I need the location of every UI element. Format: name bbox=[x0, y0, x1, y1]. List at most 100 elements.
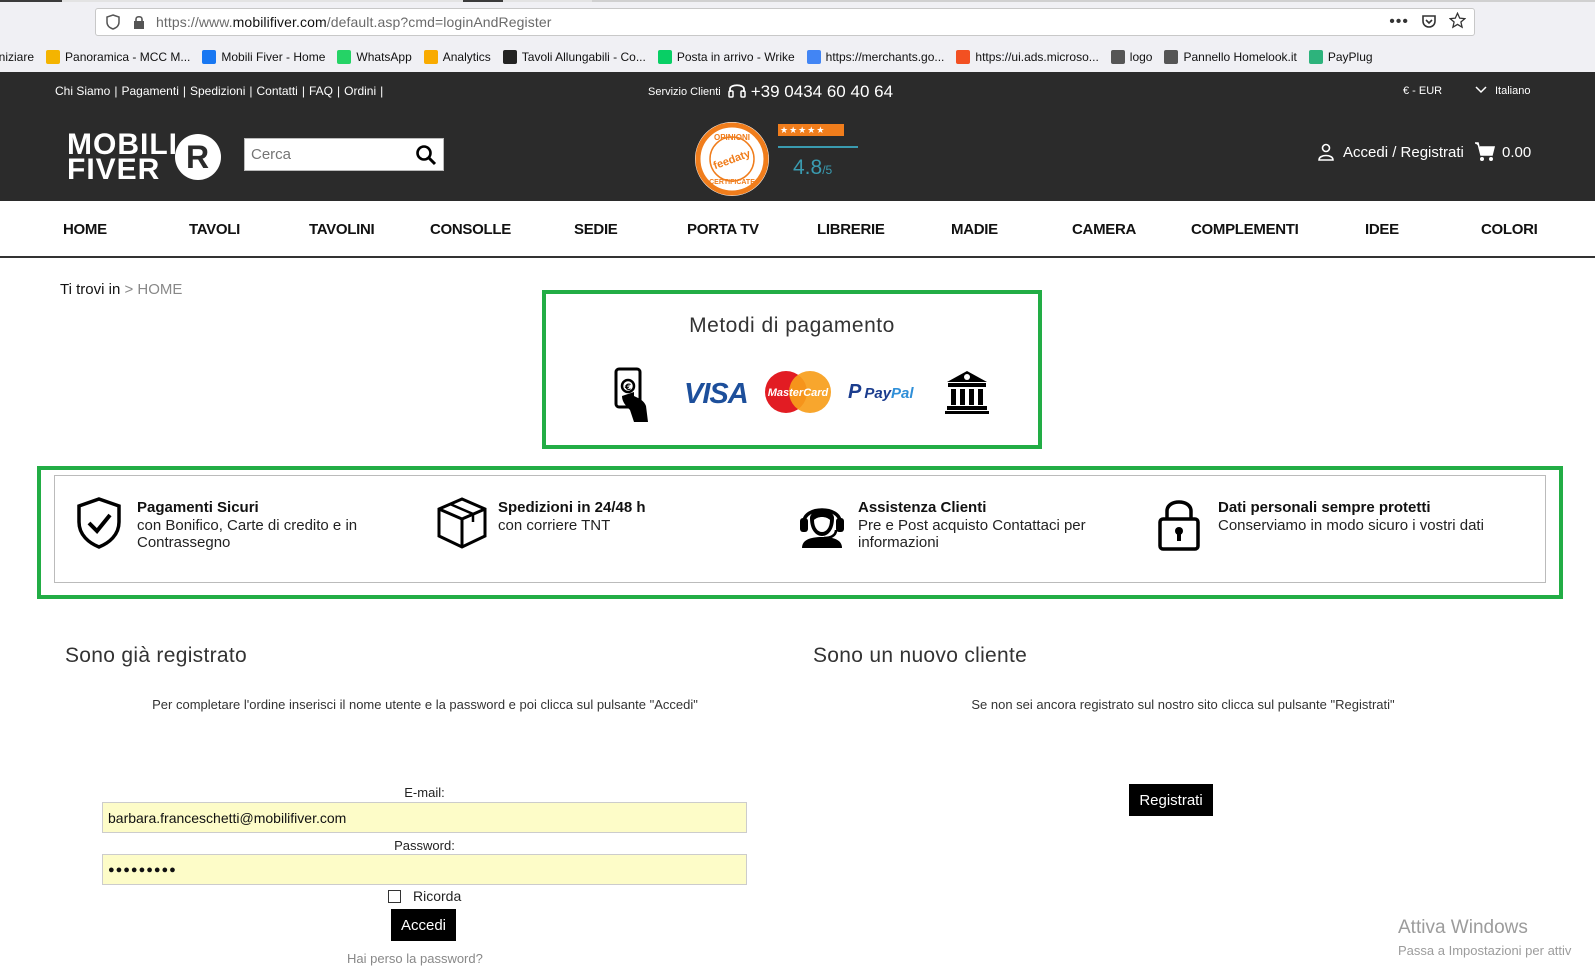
login-instructions: Per completare l'ordine inserisci il nom… bbox=[152, 697, 698, 712]
pocket-icon[interactable] bbox=[1421, 13, 1437, 32]
account-label: Accedi / Registrati bbox=[1343, 143, 1464, 161]
paypal-logo: P PayPal bbox=[848, 381, 914, 403]
bookmark-favicon-icon bbox=[1164, 50, 1179, 64]
more-actions-icon[interactable]: ••• bbox=[1389, 13, 1409, 31]
nav-item[interactable]: SEDIE bbox=[574, 221, 618, 238]
badge-top-text: OPINIONI bbox=[714, 133, 750, 142]
top-link[interactable]: Chi Siamo bbox=[55, 84, 110, 98]
bookmark-item[interactable]: logo bbox=[1110, 50, 1153, 64]
bookmark-item[interactable]: https://ui.ads.microso... bbox=[956, 50, 1099, 64]
headset-icon bbox=[727, 80, 747, 103]
bookmark-favicon-icon bbox=[657, 50, 672, 64]
bookmark-item[interactable]: Pannello Homelook.it bbox=[1164, 50, 1297, 64]
address-bar-area: https://www.mobilifiver.com/default.asp?… bbox=[0, 2, 1595, 42]
nav-item[interactable]: LIBRERIE bbox=[817, 221, 885, 238]
star-bookmark-icon[interactable] bbox=[1448, 11, 1467, 32]
service-label: Servizio Clienti bbox=[648, 85, 721, 98]
remember-checkbox[interactable] bbox=[388, 889, 401, 903]
customer-service: Servizio Clienti +39 0434 60 40 64 bbox=[648, 80, 893, 103]
search-icon[interactable] bbox=[415, 144, 437, 166]
nav-item[interactable]: CONSOLLE bbox=[430, 221, 511, 238]
feedaty-rating[interactable]: ★ ★ ★ ★ ★ 4.8/5 bbox=[778, 124, 858, 180]
account-link[interactable]: Accedi / Registrati bbox=[1317, 143, 1464, 161]
top-link[interactable]: Pagamenti bbox=[121, 84, 178, 98]
search-input[interactable] bbox=[251, 140, 411, 169]
top-link[interactable]: Contatti bbox=[256, 84, 297, 98]
payment-methods-box: Metodi di pagamento € VISA MasterCard P … bbox=[542, 290, 1042, 449]
bookmark-item[interactable]: PayPlug bbox=[1308, 50, 1373, 64]
feedaty-badge[interactable]: OPINIONI feedaty CERTIFICATE bbox=[692, 120, 772, 198]
mastercard-text: MasterCard bbox=[768, 387, 829, 399]
shield-check-icon bbox=[75, 496, 123, 550]
nav-item[interactable]: COMPLEMENTI bbox=[1191, 221, 1299, 238]
top-link[interactable]: Spedizioni bbox=[190, 84, 245, 98]
bookmark-item[interactable]: Mobili Fiver - Home bbox=[202, 50, 325, 64]
lock-icon[interactable] bbox=[130, 13, 148, 31]
language-selector[interactable]: Italiano bbox=[1475, 85, 1530, 97]
nav-item[interactable]: CAMERA bbox=[1072, 221, 1136, 238]
address-bar[interactable]: https://www.mobilifiver.com/default.asp?… bbox=[95, 8, 1475, 36]
link-separator: | bbox=[336, 84, 341, 98]
bookmark-label: Tavoli Allungabili - Co... bbox=[521, 50, 646, 64]
page-root: https://www.mobilifiver.com/default.asp?… bbox=[0, 0, 1595, 967]
nav-item[interactable]: TAVOLI bbox=[189, 221, 240, 238]
bookmark-label: logo bbox=[1129, 50, 1153, 64]
top-link[interactable]: FAQ bbox=[309, 84, 333, 98]
shield-icon[interactable] bbox=[104, 13, 122, 31]
site-logo[interactable]: MOBILI FIVER R bbox=[67, 130, 221, 185]
link-separator: | bbox=[301, 84, 305, 98]
bookmark-favicon-icon bbox=[956, 50, 971, 64]
watermark-line1: Attiva Windows bbox=[1398, 917, 1528, 938]
email-label: E-mail: bbox=[404, 785, 445, 800]
bookmark-label: PayPlug bbox=[1327, 50, 1373, 64]
email-field[interactable]: barbara.franceschetti@mobilifiver.com bbox=[102, 802, 747, 833]
url-text[interactable]: https://www.mobilifiver.com/default.asp?… bbox=[156, 14, 551, 30]
search-box bbox=[244, 138, 444, 171]
bookmark-label: WhatsApp bbox=[356, 50, 412, 64]
nav-item[interactable]: HOME bbox=[63, 221, 107, 238]
bookmark-favicon-icon bbox=[1308, 50, 1323, 64]
nav-item[interactable]: TAVOLINI bbox=[309, 221, 375, 238]
payment-methods-title: Metodi di pagamento bbox=[689, 314, 895, 337]
top-link[interactable]: Ordini bbox=[344, 84, 376, 98]
nav-item[interactable]: MADIE bbox=[951, 221, 998, 238]
feature-title: Assistenza Clienti bbox=[858, 499, 987, 516]
top-links: Chi Siamo | Pagamenti | Spedizioni | Contatti |… bbox=[55, 84, 387, 98]
feature-title: Spedizioni in 24/48 h bbox=[498, 499, 646, 516]
bookmark-favicon-icon bbox=[423, 50, 438, 64]
feature-desc: Conserviamo in modo sicuro i vostri dati bbox=[1218, 517, 1484, 534]
nav-item[interactable]: IDEE bbox=[1365, 221, 1399, 238]
nav-item[interactable]: COLORI bbox=[1481, 221, 1538, 238]
bookmark-item[interactable]: Tavoli Allungabili - Co... bbox=[502, 50, 646, 64]
phone-number[interactable]: +39 0434 60 40 64 bbox=[751, 82, 893, 102]
password-field[interactable]: ●●●●●●●●● bbox=[102, 854, 747, 885]
register-instructions: Se non sei ancora registrato sul nostro … bbox=[971, 697, 1395, 712]
bookmark-item[interactable]: iniziare bbox=[0, 50, 34, 64]
nav-item[interactable]: PORTA TV bbox=[687, 221, 759, 238]
bank-transfer-icon bbox=[944, 368, 990, 414]
register-button[interactable]: Registrati bbox=[1129, 784, 1213, 816]
login-button[interactable]: Accedi bbox=[391, 909, 456, 941]
breadcrumb: Ti trovi in > HOME bbox=[60, 281, 182, 298]
bookmark-label: Pannello Homelook.it bbox=[1183, 50, 1297, 64]
bookmarks-bar: iniziare Panoramica - MCC M... Mobili Five… bbox=[0, 42, 1595, 72]
currency-selector[interactable]: € - EUR bbox=[1403, 85, 1442, 97]
bookmark-favicon-icon bbox=[46, 50, 61, 64]
breadcrumb-home[interactable]: > HOME bbox=[124, 281, 182, 298]
bookmark-item[interactable]: Panoramica - MCC M... bbox=[46, 50, 190, 64]
forgot-password-link[interactable]: Hai perso la password? bbox=[347, 951, 483, 966]
rating-divider bbox=[778, 146, 858, 148]
cart-link[interactable]: 0.00 bbox=[1474, 141, 1531, 163]
breadcrumb-prefix: Ti trovi in bbox=[60, 281, 121, 298]
support-agent-icon bbox=[796, 496, 844, 550]
link-separator: | bbox=[380, 84, 384, 98]
bookmark-favicon-icon bbox=[806, 50, 821, 64]
bookmark-favicon-icon bbox=[502, 50, 517, 64]
bookmark-favicon-icon bbox=[337, 50, 352, 64]
bookmark-item[interactable]: Analytics bbox=[423, 50, 491, 64]
remember-me[interactable]: Ricorda bbox=[388, 888, 461, 904]
bookmark-item[interactable]: Posta in arrivo - Wrike bbox=[657, 50, 795, 64]
bookmark-item[interactable]: https://merchants.go... bbox=[806, 50, 944, 64]
box-icon bbox=[436, 496, 487, 550]
bookmark-item[interactable]: WhatsApp bbox=[337, 50, 412, 64]
